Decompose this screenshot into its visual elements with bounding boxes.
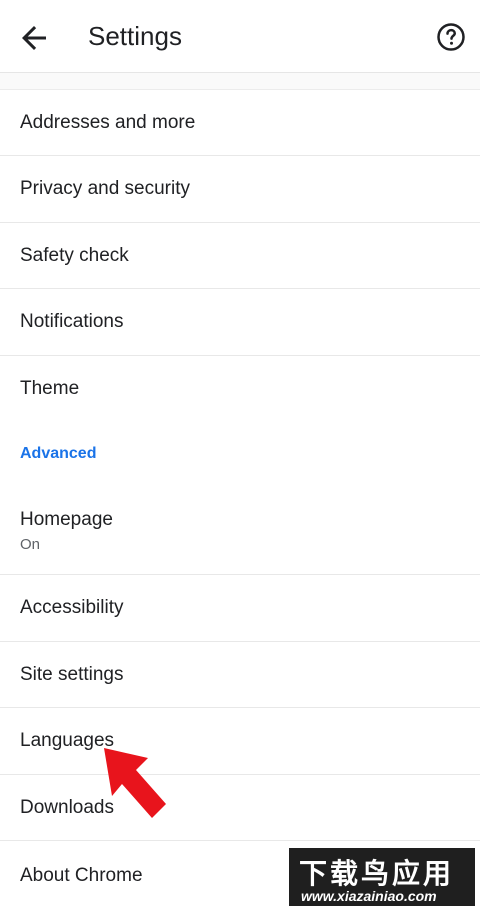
settings-item-accessibility[interactable]: Accessibility [0,575,480,642]
section-header-advanced: Advanced [20,445,97,462]
settings-item-label: About Chrome [20,865,143,886]
header-separator [0,73,480,90]
settings-item-label: Homepage [20,509,113,530]
watermark-logo: 下载鸟应用 www.xiazainiao.com [287,846,477,908]
settings-item-addresses[interactable]: Addresses and more [0,90,480,156]
settings-item-label: Theme [20,378,80,399]
settings-item-label: Addresses and more [20,112,196,133]
settings-item-label: Accessibility [20,597,124,618]
settings-item-label: Site settings [20,664,124,685]
settings-item-homepage[interactable]: Homepage On [0,488,480,575]
page-title: Settings [88,21,182,51]
help-circle-icon[interactable] [436,22,466,52]
settings-item-notifications[interactable]: Notifications [0,289,480,356]
settings-item-label: Notifications [20,311,124,332]
top-app-bar: Settings [0,0,480,73]
settings-item-privacy[interactable]: Privacy and security [0,156,480,223]
settings-item-summary: On [20,536,41,553]
settings-item-downloads[interactable]: Downloads [0,775,480,841]
watermark-url: www.xiazainiao.com [301,888,437,904]
settings-item-theme[interactable]: Theme [0,356,480,422]
settings-item-site-settings[interactable]: Site settings [0,642,480,708]
watermark-title: 下载鸟应用 [299,858,455,889]
arrow-left-icon[interactable] [16,20,52,56]
settings-item-languages[interactable]: Languages [0,708,480,775]
settings-item-safety-check[interactable]: Safety check [0,223,480,289]
red-pointer-arrow-icon [104,748,166,818]
settings-item-label: Safety check [20,245,129,266]
settings-item-label: Privacy and security [20,178,191,199]
